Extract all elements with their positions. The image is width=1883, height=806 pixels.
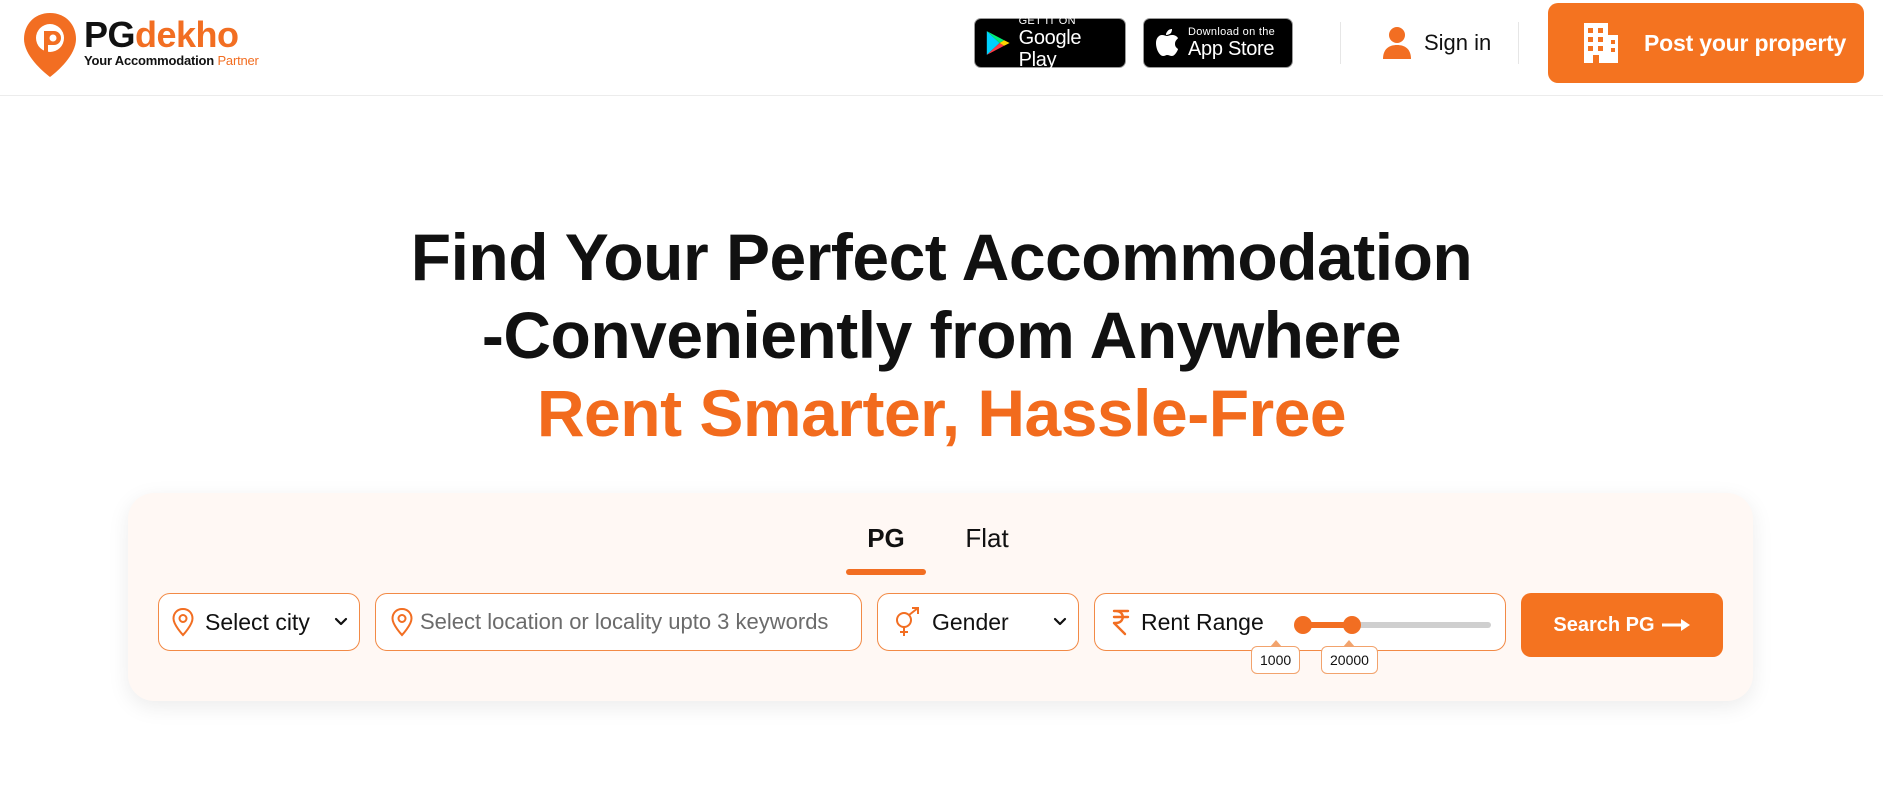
tab-flat[interactable]: Flat [942, 523, 1032, 554]
post-property-button[interactable]: Post your property [1548, 3, 1864, 83]
location-pin-icon [391, 607, 413, 637]
city-select[interactable]: Select city [158, 593, 360, 651]
rent-range-slider[interactable] [1294, 616, 1491, 634]
location-pin-icon [172, 607, 194, 637]
brand-tagline: Your Accommodation [84, 53, 215, 68]
google-play-small-text: GET IT ON [1018, 15, 1076, 27]
brand-tagline-accent: Partner [217, 53, 259, 68]
user-icon [1383, 27, 1411, 59]
active-tab-indicator [846, 569, 926, 575]
rent-range-field: Rent Range 1000 20000 [1094, 593, 1506, 674]
search-panel: PG Flat Select city Gender [128, 493, 1753, 701]
rent-max-handle[interactable] [1342, 616, 1361, 634]
app-store-small-text: Download on the [1188, 26, 1276, 38]
app-store-big-text: App Store [1188, 38, 1275, 60]
search-pg-label: Search PG [1553, 613, 1655, 636]
brand-logo[interactable]: PGdekho Your Accommodation Partner [20, 9, 259, 81]
gender-icon [896, 607, 919, 636]
gender-select-label: Gender [932, 608, 1009, 635]
building-icon [1584, 23, 1618, 63]
rent-max-value: 20000 [1321, 640, 1378, 674]
header-divider [1518, 22, 1519, 64]
google-play-big-text: Google Play [1018, 27, 1082, 71]
city-select-label: Select city [205, 608, 310, 635]
post-property-label: Post your property [1644, 29, 1847, 56]
header-divider [1340, 22, 1341, 64]
hero-title-line-2: -Conveniently from Anywhere [481, 298, 1402, 372]
tab-pg[interactable]: PG [846, 523, 926, 554]
rupee-icon [1112, 609, 1130, 636]
rent-min-handle[interactable] [1294, 616, 1312, 634]
pgdekho-logo-icon [24, 13, 76, 77]
sign-in-label: Sign in [1424, 30, 1492, 55]
brand-name-dekho: dekho [135, 14, 239, 55]
chevron-down-icon [334, 617, 348, 626]
hero-heading: Find Your Perfect Accommodation -Conveni… [0, 218, 1883, 452]
location-field[interactable] [375, 593, 862, 651]
app-store-badge[interactable]: Download on the App Store [1143, 18, 1293, 68]
google-play-badge[interactable]: GET IT ON Google Play [974, 15, 1126, 71]
hero-tagline: Rent Smarter, Hassle-Free [536, 376, 1347, 450]
brand-name-pg: PG [84, 14, 136, 55]
site-header: PGdekho Your Accommodation Partner GET I… [0, 0, 1883, 96]
location-input[interactable] [420, 609, 850, 635]
chevron-down-icon [1053, 617, 1067, 626]
hero-title-line-1: Find Your Perfect Accommodation [410, 220, 1473, 294]
rent-range-label: Rent Range [1141, 608, 1264, 635]
apple-icon [1156, 29, 1178, 56]
google-play-icon [986, 31, 1010, 55]
gender-select[interactable]: Gender [877, 593, 1079, 651]
sign-in-button[interactable]: Sign in [1382, 26, 1491, 60]
search-pg-button[interactable]: Search PG [1521, 593, 1723, 657]
property-type-tabs: PG Flat [128, 523, 1753, 573]
arrow-right-icon [1661, 619, 1690, 631]
rent-min-value: 1000 [1251, 640, 1301, 674]
